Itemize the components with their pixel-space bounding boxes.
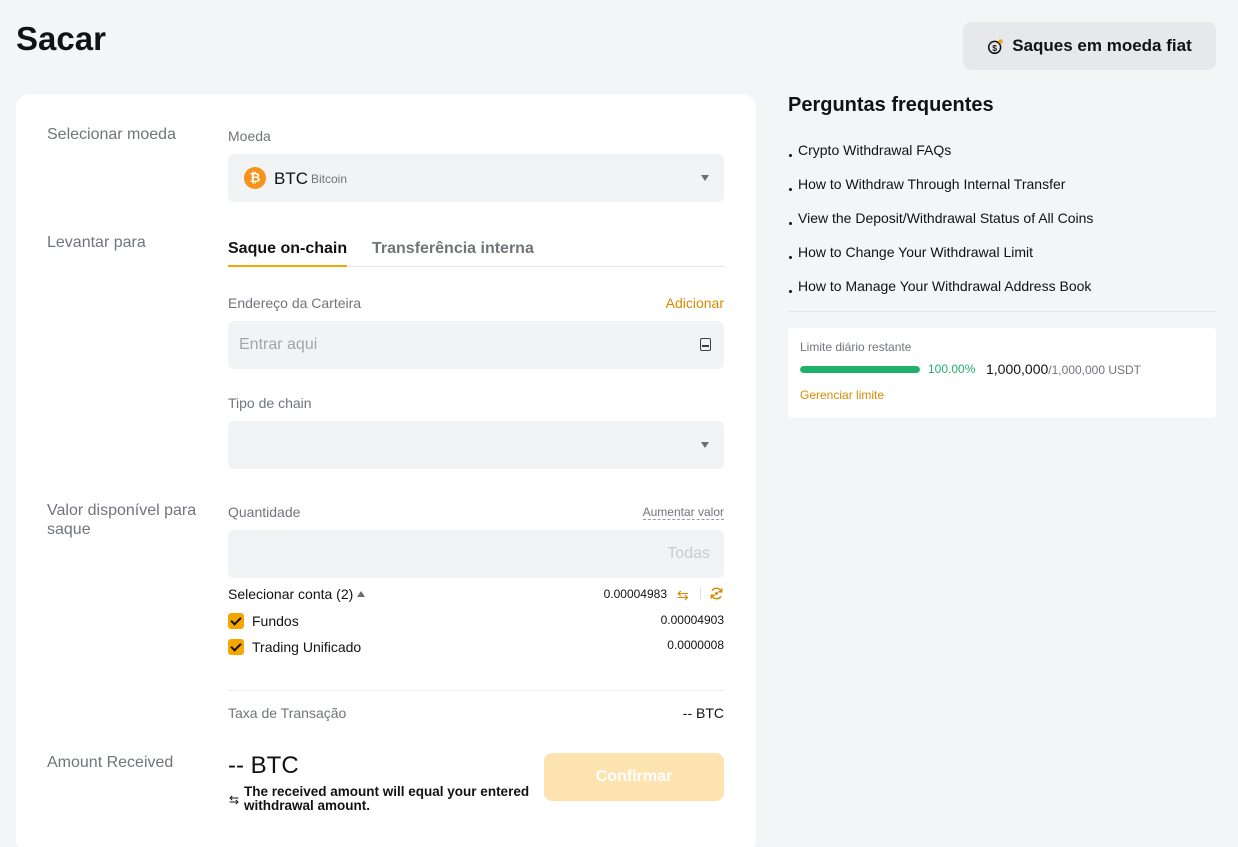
- chevron-down-icon: [701, 442, 709, 448]
- address-input[interactable]: Entrar aqui: [228, 321, 724, 369]
- address-book-icon[interactable]: [700, 338, 711, 351]
- manage-limit-link[interactable]: Gerenciar limite: [800, 388, 884, 402]
- address-field-label: Endereço da Carteira: [228, 295, 362, 311]
- received-amount-note: The received amount will equal your ente…: [244, 784, 530, 813]
- caret-up-icon: [357, 591, 366, 597]
- funding-account-checkbox[interactable]: [228, 613, 244, 629]
- refresh-icon[interactable]: [709, 586, 724, 601]
- tab-internal-transfer[interactable]: Transferência interna: [372, 240, 534, 258]
- fee-value: -- BTC: [682, 705, 724, 721]
- swap-icon[interactable]: ⇆: [677, 587, 689, 604]
- divider: [700, 587, 701, 601]
- total-available-value: 0.00004983: [603, 587, 667, 601]
- fiat-withdrawal-button[interactable]: $ Saques em moeda fiat: [963, 22, 1216, 70]
- select-account-toggle[interactable]: Selecionar conta (2): [228, 586, 366, 602]
- faq-title: Perguntas frequentes: [788, 94, 994, 116]
- divider: [228, 690, 724, 691]
- received-amount: -- BTC: [228, 752, 299, 779]
- divider: [788, 311, 1216, 312]
- withdraw-form-card: Selecionar moeda Moeda ₿ BTC Bitcoin Lev…: [16, 94, 756, 847]
- all-placeholder[interactable]: Todas: [667, 545, 710, 563]
- page-title: Sacar: [16, 20, 106, 57]
- increase-limit-link[interactable]: Aumentar valor: [642, 505, 724, 520]
- amount-received-section-label: Amount Received: [47, 754, 174, 771]
- swap-arrows-icon: ⇆: [229, 793, 240, 807]
- add-address-link[interactable]: Adicionar: [666, 295, 724, 311]
- bitcoin-icon: ₿: [244, 167, 266, 189]
- daily-limit-card: Limite diário restante 100.00% 1,000,000…: [788, 328, 1216, 418]
- coin-field-label: Moeda: [228, 128, 271, 144]
- withdraw-to-section-label: Levantar para: [47, 234, 146, 251]
- svg-text:$: $: [993, 42, 998, 52]
- select-account-label: Selecionar conta (2): [228, 586, 354, 602]
- faq-item[interactable]: Crypto Withdrawal FAQs: [788, 142, 1093, 176]
- coin-select[interactable]: ₿ BTC Bitcoin: [228, 154, 724, 202]
- tab-onchain[interactable]: Saque on-chain: [228, 240, 348, 267]
- quantity-field-label: Quantidade: [228, 504, 301, 520]
- faq-list: Crypto Withdrawal FAQs How to Withdraw T…: [788, 142, 1093, 312]
- chain-select[interactable]: [228, 421, 724, 469]
- daily-limit-progress: [800, 366, 920, 373]
- daily-limit-remaining: 1,000,000: [986, 361, 1049, 377]
- faq-item[interactable]: How to Change Your Withdrawal Limit: [788, 244, 1093, 278]
- address-placeholder: Entrar aqui: [239, 336, 318, 353]
- unified-trading-value: 0.0000008: [667, 638, 724, 652]
- chain-field-label: Tipo de chain: [228, 395, 312, 411]
- withdraw-method-tabs: Saque on-chain Transferência interna: [228, 238, 724, 267]
- daily-limit-title: Limite diário restante: [800, 340, 912, 354]
- faq-item[interactable]: How to Manage Your Withdrawal Address Bo…: [788, 278, 1093, 312]
- coin-symbol: BTC: [274, 169, 308, 188]
- unified-trading-checkbox[interactable]: [228, 639, 244, 655]
- daily-limit-total: /1,000,000 USDT: [1048, 363, 1142, 377]
- daily-limit-progress-fill: [800, 366, 920, 373]
- daily-limit-percent: 100.00%: [928, 362, 976, 376]
- daily-limit-amount: 1,000,000/1,000,000 USDT: [986, 361, 1141, 377]
- funding-account-value: 0.00004903: [660, 613, 724, 627]
- faq-item[interactable]: How to Withdraw Through Internal Transfe…: [788, 176, 1093, 210]
- chevron-down-icon: [701, 175, 709, 181]
- dollar-coin-icon: $: [988, 38, 1004, 54]
- coin-name: Bitcoin: [311, 172, 348, 186]
- select-coin-section-label: Selecionar moeda: [47, 126, 176, 143]
- unified-trading-label: Trading Unificado: [252, 639, 362, 655]
- available-section-label: Valor disponível para saque: [47, 502, 197, 538]
- fiat-withdrawal-label: Saques em moeda fiat: [1012, 36, 1192, 55]
- faq-item[interactable]: View the Deposit/Withdrawal Status of Al…: [788, 210, 1093, 244]
- confirm-button[interactable]: Confirmar: [544, 753, 724, 801]
- quantity-input[interactable]: Todas: [228, 530, 724, 578]
- funding-account-label: Fundos: [252, 613, 299, 629]
- fee-label: Taxa de Transação: [228, 705, 347, 721]
